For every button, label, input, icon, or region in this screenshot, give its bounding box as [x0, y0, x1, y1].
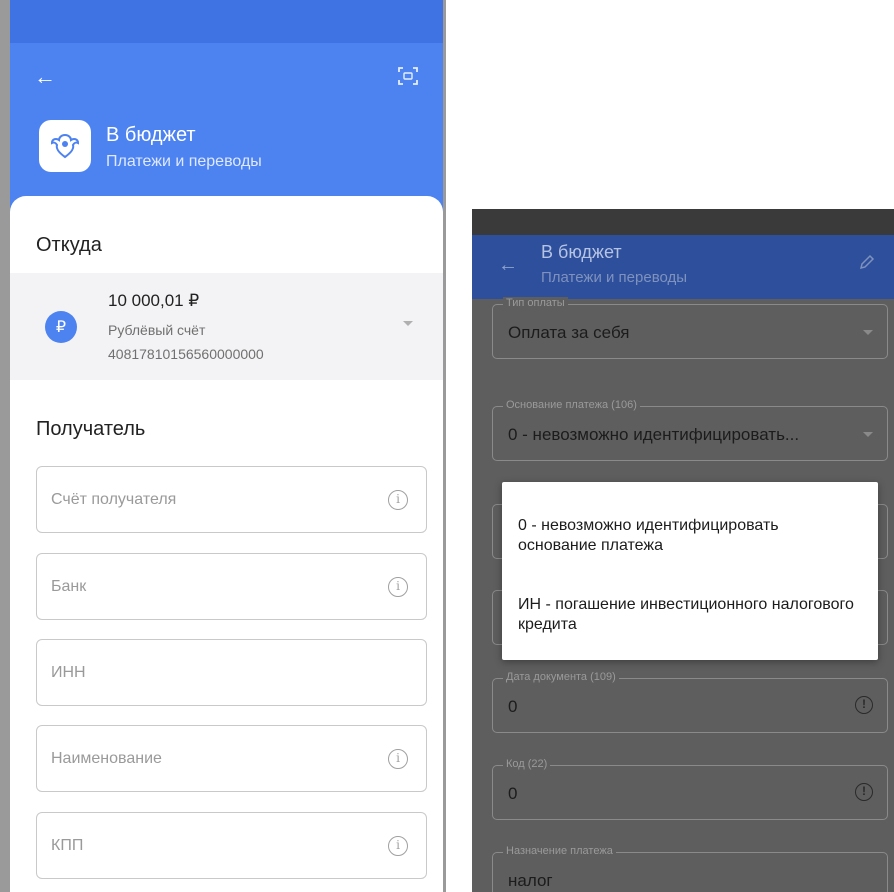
right-screen: ← В бюджет Платежи и переводы Тип оплаты…	[472, 209, 894, 892]
back-arrow-icon[interactable]: ←	[34, 66, 56, 88]
field-placeholder: КПП	[51, 837, 84, 854]
account-balance: 10 000,01 ₽	[108, 291, 200, 310]
section-title-recipient: Получатель	[36, 418, 146, 440]
field-label: Основание платежа (106)	[503, 399, 640, 411]
field-value: 0	[508, 784, 518, 803]
alert-icon[interactable]: !	[855, 696, 873, 714]
info-icon[interactable]: i	[388, 577, 408, 597]
info-icon[interactable]: i	[388, 836, 408, 856]
pencil-icon[interactable]	[858, 253, 876, 271]
field-value: 0 - невозможно идентифицировать...	[508, 425, 800, 444]
chevron-down-icon	[863, 330, 873, 335]
payment-basis-dropdown: 0 - невозможно идентифицировать основани…	[502, 482, 878, 660]
back-arrow-icon[interactable]: ←	[498, 254, 518, 277]
recipient-account-field[interactable]: Счёт получателя i	[36, 466, 427, 533]
field-value: Оплата за себя	[508, 323, 630, 342]
field-placeholder: ИНН	[51, 664, 86, 681]
field-placeholder: Банк	[51, 578, 87, 595]
status-bar	[10, 0, 443, 43]
code-field[interactable]: Код (22) 0 !	[492, 758, 888, 820]
alert-icon[interactable]: !	[855, 783, 873, 801]
field-value: 0	[508, 697, 518, 716]
document-date-field[interactable]: Дата документа (109) 0 !	[492, 671, 888, 733]
field-value: налог	[508, 871, 553, 890]
payment-basis-select[interactable]: Основание платежа (106) 0 - невозможно и…	[492, 399, 888, 461]
field-label: Тип оплаты	[503, 297, 568, 309]
emblem-logo	[39, 120, 91, 172]
page-title: В бюджет	[106, 124, 196, 146]
field-label: Дата документа (109)	[503, 671, 619, 683]
field-placeholder: Счёт получателя	[51, 491, 177, 508]
page-subtitle: Платежи и переводы	[106, 153, 262, 170]
left-phone-frame: ← В бюджет Платежи и переводы Откуда ₽ 1…	[0, 0, 446, 892]
purpose-field[interactable]: Назначение платежа налог	[492, 845, 888, 892]
ruble-account-icon: ₽	[45, 311, 77, 343]
account-name: Рублёвый счёт	[108, 322, 206, 338]
status-bar	[472, 209, 894, 235]
field-placeholder: Наименование	[51, 750, 162, 767]
info-icon[interactable]: i	[388, 749, 408, 769]
payment-type-select[interactable]: Тип оплаты Оплата за себя	[492, 297, 888, 359]
page-subtitle: Платежи и переводы	[541, 269, 688, 286]
left-screen: ← В бюджет Платежи и переводы Откуда ₽ 1…	[10, 0, 443, 892]
page-title: В бюджет	[541, 242, 622, 262]
dropdown-option[interactable]: ИН - погашение инвестиционного налоговог…	[518, 595, 858, 635]
header	[472, 235, 894, 299]
chevron-down-icon[interactable]	[403, 321, 413, 326]
eagle-emblem-icon	[50, 133, 80, 159]
scan-icon[interactable]	[396, 64, 420, 88]
name-field[interactable]: Наименование i	[36, 725, 427, 792]
chevron-down-icon	[863, 432, 873, 437]
dropdown-option[interactable]: 0 - невозможно идентифицировать основани…	[518, 516, 858, 556]
account-number: 40817810156560000000	[108, 346, 264, 362]
field-label: Код (22)	[503, 758, 551, 770]
field-label: Назначение платежа	[503, 845, 616, 857]
info-icon[interactable]: i	[388, 490, 408, 510]
inn-field[interactable]: ИНН	[36, 639, 427, 706]
bank-field[interactable]: Банк i	[36, 553, 427, 620]
kpp-field[interactable]: КПП i	[36, 812, 427, 879]
section-title-from: Откуда	[36, 234, 102, 256]
